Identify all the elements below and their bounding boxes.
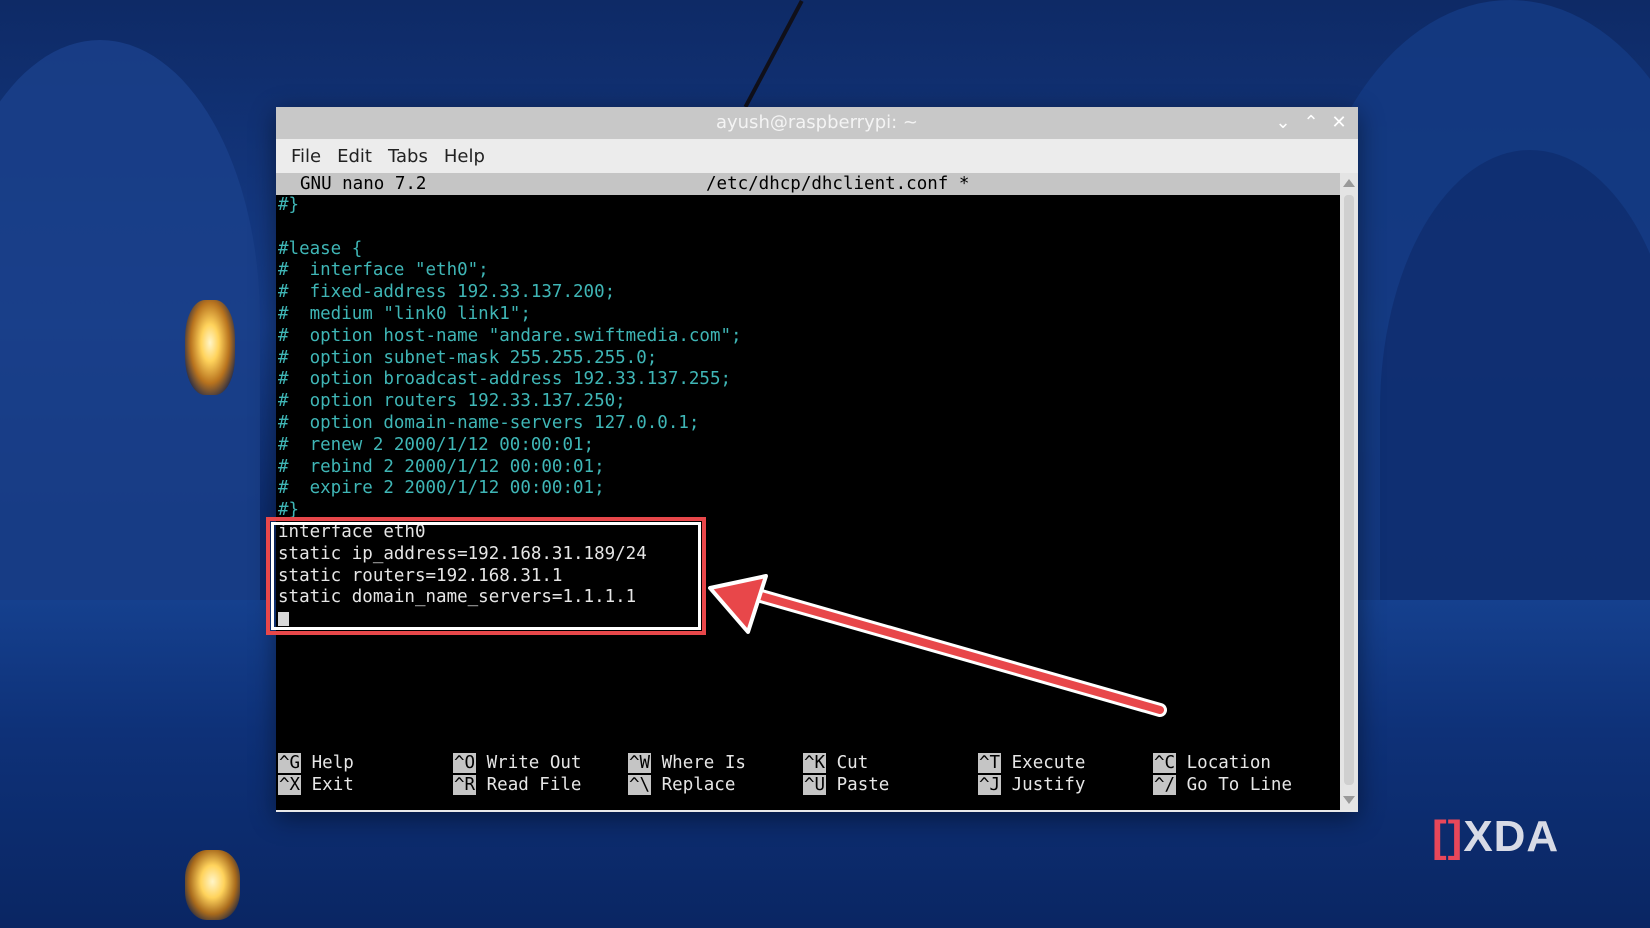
editor-line: # expire 2 2000/1/12 00:00:01; xyxy=(278,478,605,499)
terminal-scrollbar[interactable] xyxy=(1340,173,1358,810)
xda-logo-text: XDA xyxy=(1463,812,1560,861)
shortcut-row: ^G Help ^O Write Out ^W Where Is ^K Cut ^T E… xyxy=(278,752,1338,774)
shortcut-item[interactable]: ^\ Replace xyxy=(628,774,803,796)
editor-line: # medium "link0 link1"; xyxy=(278,303,531,324)
menu-help[interactable]: Help xyxy=(437,143,492,170)
shortcut-label: Go To Line xyxy=(1186,775,1292,795)
window-title: ayush@raspberrypi: ~ xyxy=(715,112,919,133)
editor-line: #} xyxy=(278,195,300,215)
shortcut-item[interactable]: ^K Cut xyxy=(803,752,978,774)
editor-line: # renew 2 2000/1/12 00:00:01; xyxy=(278,434,595,455)
shortcut-key: ^W xyxy=(628,753,652,773)
nano-version: GNU nano 7.2 xyxy=(300,174,427,194)
shortcut-key: ^X xyxy=(278,775,302,795)
lantern-reflection-image xyxy=(185,850,240,920)
shortcut-item[interactable]: ^R Read File xyxy=(453,774,628,796)
lantern-image xyxy=(185,300,235,395)
shortcut-item[interactable]: ^O Write Out xyxy=(453,752,628,774)
shortcut-label: Paste xyxy=(836,775,890,795)
nano-header: GNU nano 7.2 /etc/dhcp/dhclient.conf * xyxy=(276,173,1340,195)
scroll-down-icon[interactable] xyxy=(1343,796,1355,804)
shortcut-label: Execute xyxy=(1011,753,1086,773)
shortcut-key: ^G xyxy=(278,753,302,773)
editor-line: # fixed-address 192.33.137.200; xyxy=(278,282,616,303)
xda-logo: []XDA xyxy=(1432,812,1559,862)
xda-logo-bracket: [] xyxy=(1432,812,1464,861)
shortcut-label: Justify xyxy=(1011,775,1086,795)
editor-line: # rebind 2 2000/1/12 00:00:01; xyxy=(278,456,605,477)
minimize-icon[interactable]: ⌄ xyxy=(1272,112,1294,134)
nano-filename: /etc/dhcp/dhclient.conf * xyxy=(706,174,970,194)
scroll-up-icon[interactable] xyxy=(1343,179,1355,187)
menu-edit[interactable]: Edit xyxy=(330,143,379,170)
shortcut-label: Exit xyxy=(311,775,354,795)
close-icon[interactable]: ✕ xyxy=(1328,112,1350,134)
shortcut-label: Replace xyxy=(661,775,736,795)
shortcut-item[interactable]: ^T Execute xyxy=(978,752,1153,774)
editor-line: # option host-name "andare.swiftmedia.co… xyxy=(278,325,742,346)
shortcut-key: ^K xyxy=(803,753,827,773)
shortcut-key: ^O xyxy=(453,753,477,773)
shortcut-label: Read File xyxy=(486,775,582,795)
shortcut-item[interactable]: ^U Paste xyxy=(803,774,978,796)
shortcut-key: ^/ xyxy=(1153,775,1177,795)
shortcut-item[interactable]: ^W Where Is xyxy=(628,752,803,774)
editor-line: # option domain-name-servers 127.0.0.1; xyxy=(278,412,700,433)
editor-line: # option subnet-mask 255.255.255.0; xyxy=(278,347,658,368)
wallpaper-rod xyxy=(743,0,804,108)
nano-shortcut-bar: ^G Help ^O Write Out ^W Where Is ^K Cut ^T E… xyxy=(278,752,1338,796)
scrollbar-thumb[interactable] xyxy=(1344,195,1354,785)
shortcut-item[interactable]: ^G Help xyxy=(278,752,453,774)
shortcut-label: Write Out xyxy=(486,753,582,773)
editor-line: # option routers 192.33.137.250; xyxy=(278,391,626,412)
maximize-icon[interactable]: ⌃ xyxy=(1300,112,1322,134)
highlight-box xyxy=(266,517,706,635)
menubar: File Edit Tabs Help xyxy=(276,139,1358,173)
shortcut-item[interactable]: ^C Location xyxy=(1153,752,1328,774)
shortcut-item[interactable]: ^J Justify xyxy=(978,774,1153,796)
shortcut-key: ^\ xyxy=(628,775,652,795)
shortcut-item[interactable]: ^X Exit xyxy=(278,774,453,796)
shortcut-key: ^R xyxy=(453,775,477,795)
menu-file[interactable]: File xyxy=(284,143,328,170)
shortcut-row: ^X Exit ^R Read File ^\ Replace ^U Paste ^J … xyxy=(278,774,1338,796)
shortcut-label: Cut xyxy=(836,753,869,773)
shortcut-key: ^U xyxy=(803,775,827,795)
shortcut-key: ^T xyxy=(978,753,1002,773)
editor-line: #lease { xyxy=(278,238,363,259)
editor-line: # option broadcast-address 192.33.137.25… xyxy=(278,369,732,390)
shortcut-label: Location xyxy=(1186,753,1271,773)
window-titlebar[interactable]: ayush@raspberrypi: ~ ⌄ ⌃ ✕ xyxy=(276,107,1358,139)
window-controls: ⌄ ⌃ ✕ xyxy=(1272,107,1350,139)
editor-line: # interface "eth0"; xyxy=(278,260,489,281)
shortcut-label: Help xyxy=(311,753,354,773)
annotation-arrow xyxy=(708,574,1167,717)
shortcut-key: ^C xyxy=(1153,753,1177,773)
menu-tabs[interactable]: Tabs xyxy=(381,143,435,170)
shortcut-item[interactable]: ^/ Go To Line xyxy=(1153,774,1328,796)
shortcut-label: Where Is xyxy=(661,753,746,773)
shortcut-key: ^J xyxy=(978,775,1002,795)
